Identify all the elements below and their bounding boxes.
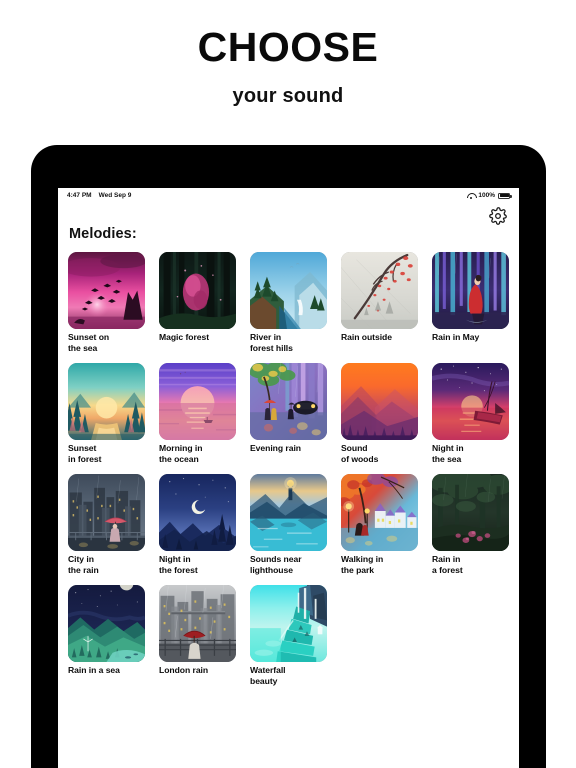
melody-label: Sunset on the sea — [68, 332, 110, 353]
melody-thumbnail-rain-may[interactable] — [432, 252, 509, 329]
promo-header: CHOOSE your sound — [0, 0, 576, 108]
melody-thumbnail-night-sea[interactable] — [432, 363, 509, 440]
melody-card[interactable]: Walking in the park — [341, 474, 418, 576]
melody-card[interactable]: Sound of woods — [341, 363, 418, 465]
melody-label: London rain — [159, 665, 209, 675]
melody-card[interactable]: Sounds near lighthouse — [250, 474, 327, 576]
melody-thumbnail-rain-sea[interactable] — [68, 585, 145, 662]
melody-label: Sounds near lighthouse — [250, 554, 302, 575]
melody-thumbnail-sunset-sea[interactable] — [68, 252, 145, 329]
tablet-screen: 4:47 PM Wed Sep 9 100% Melodies: Sunset … — [58, 188, 519, 768]
melody-card[interactable]: Rain outside — [341, 252, 418, 354]
melody-card[interactable]: Night in the sea — [432, 363, 509, 465]
melody-label: River in forest hills — [250, 332, 293, 353]
melody-card[interactable]: Morning in the ocean — [159, 363, 236, 465]
tablet-device-frame: 4:47 PM Wed Sep 9 100% Melodies: Sunset … — [31, 145, 546, 768]
melody-thumbnail-evening-rain[interactable] — [250, 363, 327, 440]
wifi-icon — [467, 192, 478, 199]
battery-percent-label: 100% — [478, 192, 495, 199]
melody-thumbnail-night-forest[interactable] — [159, 474, 236, 551]
melody-thumbnail-river-hills[interactable] — [250, 252, 327, 329]
melody-thumbnail-sound-woods[interactable] — [341, 363, 418, 440]
melody-label: Sunset in forest — [68, 443, 102, 464]
melody-card[interactable]: Magic forest — [159, 252, 236, 354]
page-root: CHOOSE your sound 4:47 PM Wed Sep 9 100% — [0, 0, 576, 768]
melody-card[interactable]: River in forest hills — [250, 252, 327, 354]
page-title: CHOOSE — [197, 24, 379, 70]
status-bar-left: 4:47 PM Wed Sep 9 — [67, 192, 131, 199]
melody-thumbnail-waterfall[interactable] — [250, 585, 327, 662]
melody-label: Walking in the park — [341, 554, 384, 575]
gear-icon[interactable] — [489, 207, 507, 225]
melody-thumbnail-magic-forest[interactable] — [159, 252, 236, 329]
melody-label: Rain outside — [341, 332, 392, 342]
melody-thumbnail-morning-ocean[interactable] — [159, 363, 236, 440]
melody-thumbnail-lighthouse[interactable] — [250, 474, 327, 551]
melody-label: Rain in a sea — [68, 665, 120, 675]
melody-card[interactable]: Evening rain — [250, 363, 327, 465]
melody-thumbnail-rain-forest[interactable] — [432, 474, 509, 551]
melody-label: Night in the forest — [159, 554, 198, 575]
melody-card[interactable]: Sunset on the sea — [68, 252, 145, 354]
status-time: 4:47 PM — [67, 192, 92, 199]
melody-label: Rain in May — [432, 332, 480, 342]
melody-label: Morning in the ocean — [159, 443, 203, 464]
melody-thumbnail-rain-outside[interactable] — [341, 252, 418, 329]
melody-card[interactable]: Rain in a forest — [432, 474, 509, 576]
status-date: Wed Sep 9 — [98, 192, 132, 199]
melody-label: Night in the sea — [432, 443, 464, 464]
melody-thumbnail-sunset-forest[interactable] — [68, 363, 145, 440]
melody-label: Sound of woods — [341, 443, 379, 464]
melody-thumbnail-walking-park[interactable] — [341, 474, 418, 551]
melody-card[interactable]: Rain in a sea — [68, 585, 145, 687]
melodies-heading: Melodies: — [69, 226, 137, 242]
melody-card[interactable]: Night in the forest — [159, 474, 236, 576]
melody-card[interactable]: Waterfall beauty — [250, 585, 327, 687]
status-bar-right: 100% — [467, 192, 512, 199]
page-subtitle: your sound — [232, 85, 344, 107]
melody-label: Rain in a forest — [432, 554, 463, 575]
melody-thumbnail-london-rain[interactable] — [159, 585, 236, 662]
melody-label: Magic forest — [159, 332, 210, 342]
melody-thumbnail-city-rain[interactable] — [68, 474, 145, 551]
melodies-grid: Sunset on the sea Magic forest River in … — [68, 252, 509, 687]
melody-label: Evening rain — [250, 443, 301, 453]
melody-card[interactable]: City in the rain — [68, 474, 145, 576]
melody-label: City in the rain — [68, 554, 99, 575]
melody-label: Waterfall beauty — [250, 665, 286, 686]
melody-card[interactable]: Rain in May — [432, 252, 509, 354]
melody-card[interactable]: London rain — [159, 585, 236, 687]
melody-card[interactable]: Sunset in forest — [68, 363, 145, 465]
battery-icon — [498, 192, 512, 199]
status-bar: 4:47 PM Wed Sep 9 100% — [58, 188, 519, 203]
